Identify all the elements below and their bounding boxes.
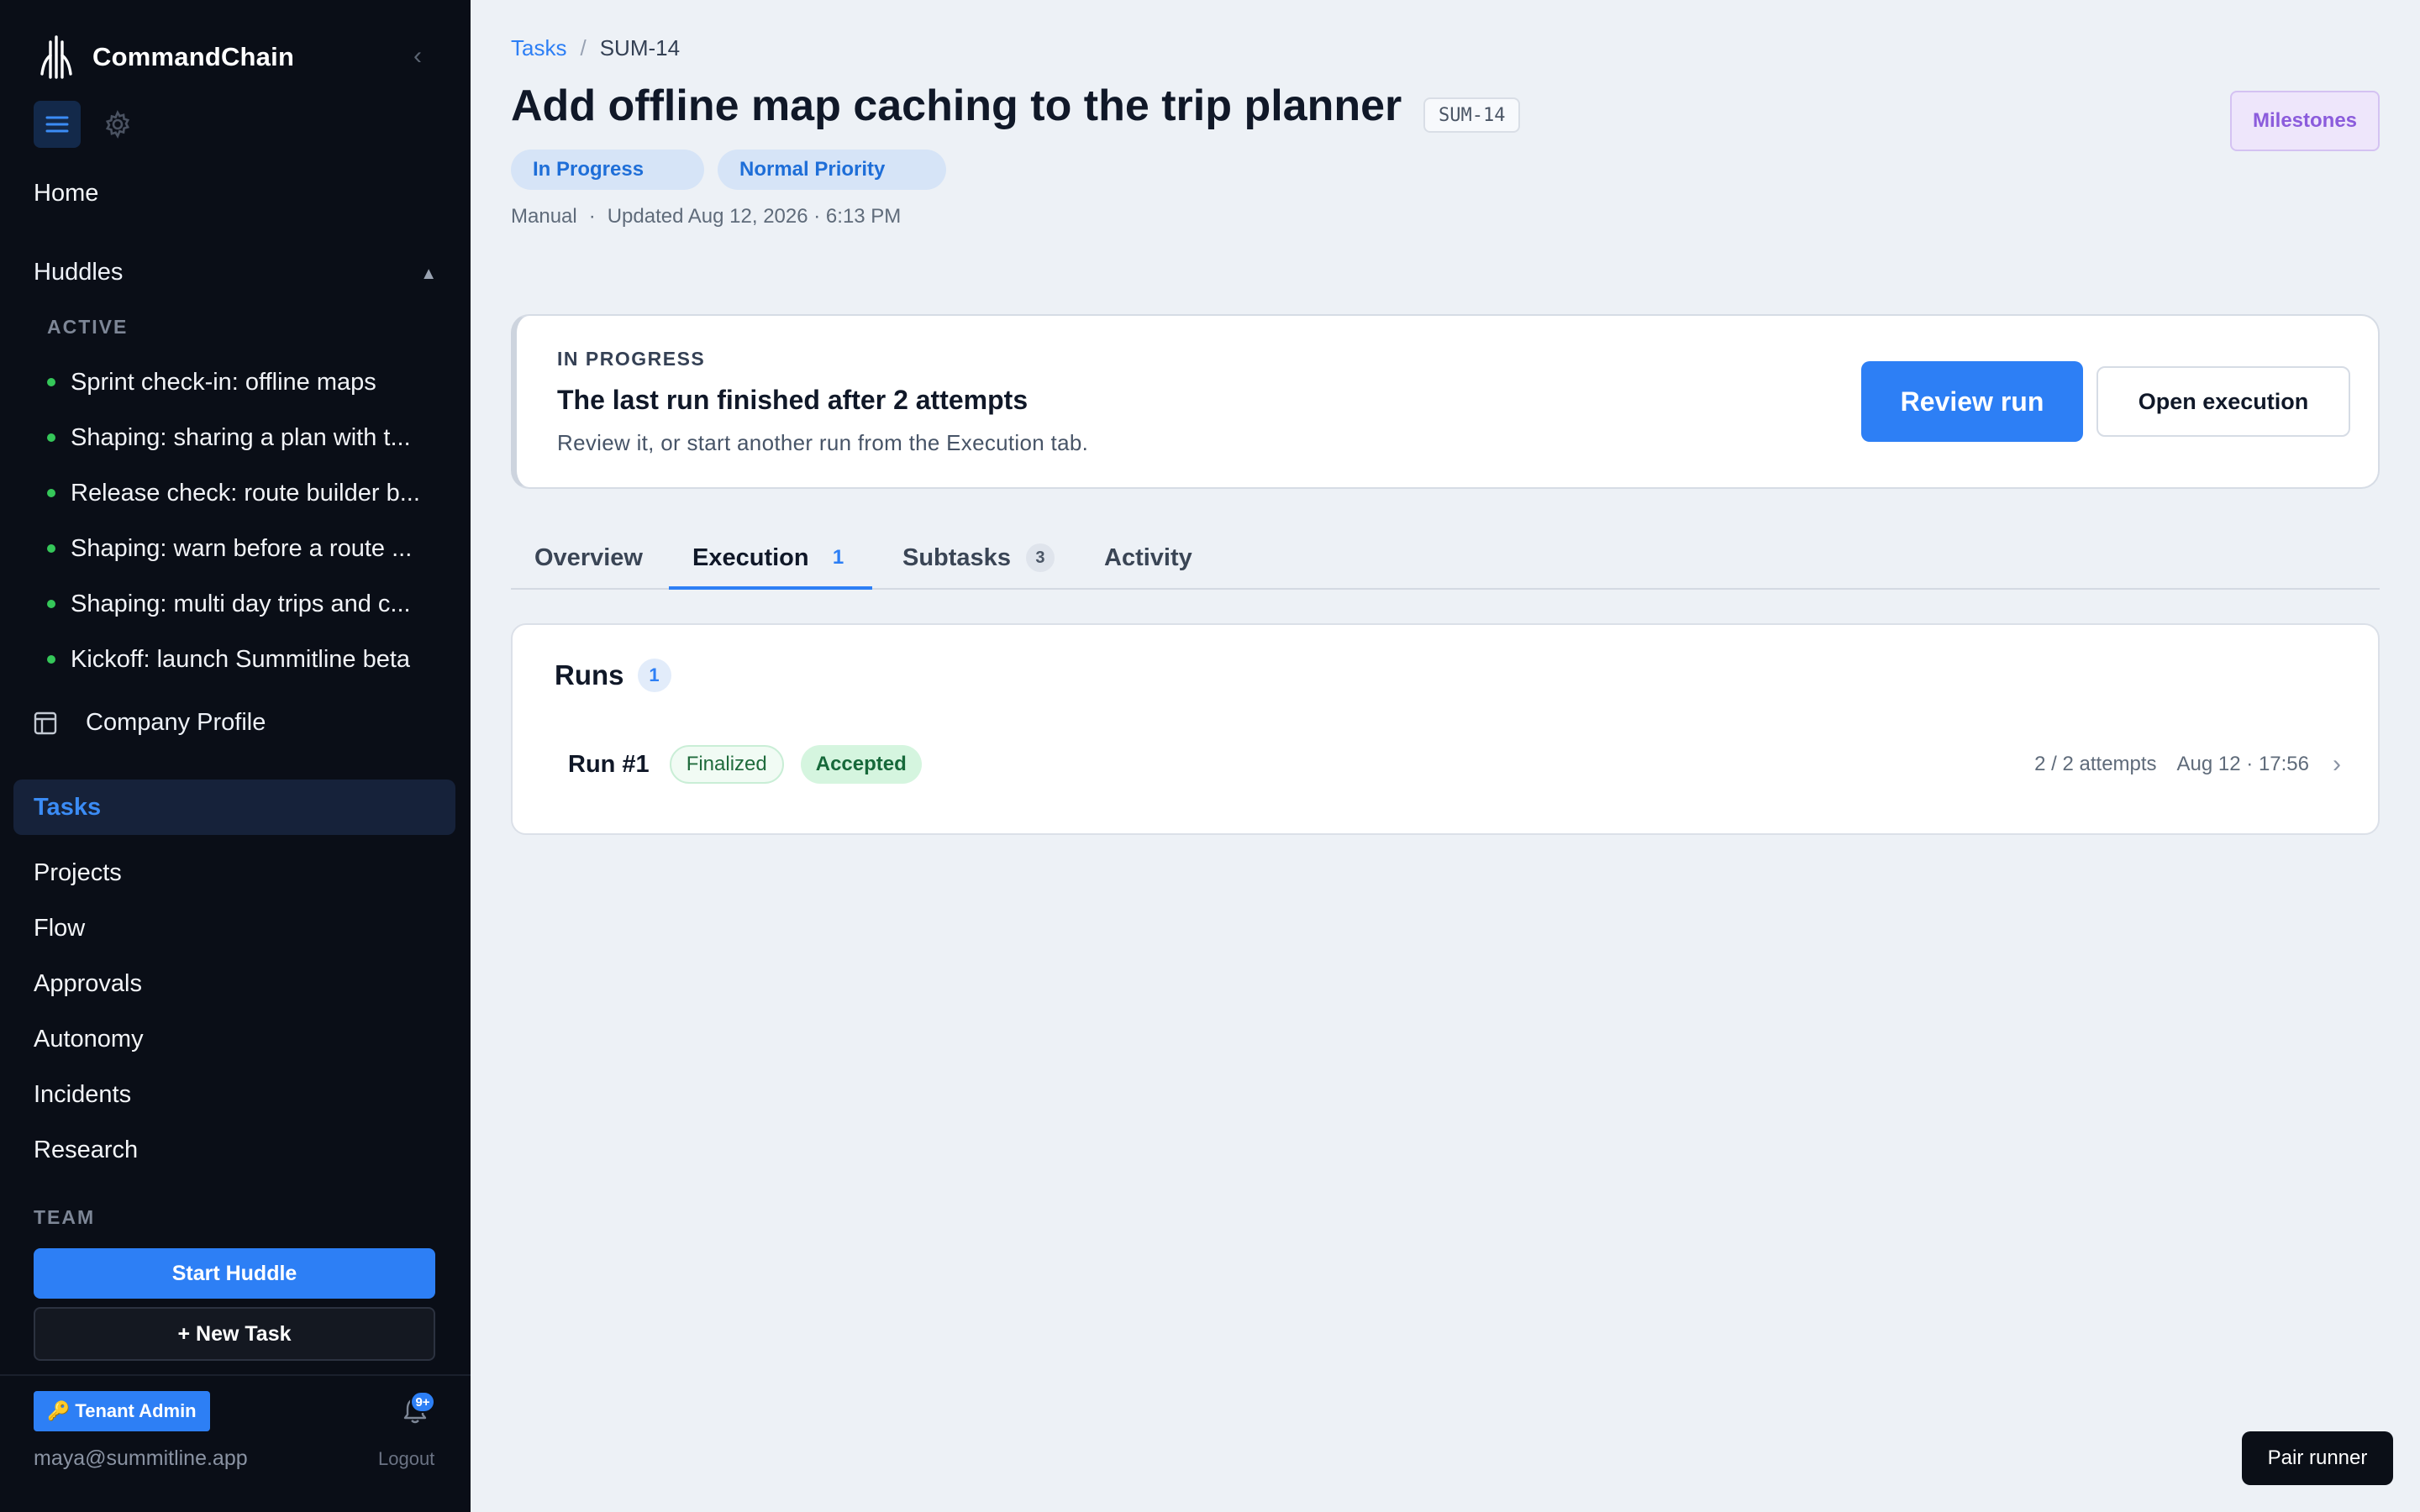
runs-title: Runs: [555, 659, 624, 690]
notification-badge: 9+: [410, 1391, 435, 1413]
run-result-badge: Accepted: [800, 745, 922, 784]
app-logo-icon: [40, 35, 72, 79]
sidebar-item-autonomy[interactable]: Autonomy: [34, 1011, 144, 1067]
task-meta: Manual · Updated Aug 12, 2026 · 6:13 PM: [511, 205, 901, 228]
tab-count: 1: [832, 546, 844, 569]
page-title: Add offline map caching to the trip plan…: [511, 81, 1402, 130]
huddles-label: Huddles: [34, 259, 124, 286]
tab-subtasks[interactable]: Subtasks 3: [902, 526, 1055, 590]
breadcrumb-current: SUM-14: [599, 35, 681, 60]
pair-runner-button[interactable]: Pair runner: [2242, 1431, 2393, 1485]
huddle-label: Release check: route builder b...: [71, 479, 420, 507]
runs-heading: Runs 1: [555, 659, 671, 692]
sidebar-item-tasks[interactable]: Tasks: [13, 780, 455, 835]
status-dot: [47, 600, 55, 608]
breadcrumb-separator: /: [580, 35, 587, 60]
sidebar-item-company-profile[interactable]: Company Profile: [34, 709, 266, 737]
run-time: Aug 12 · 17:56: [2176, 753, 2309, 775]
run-name: Run #1: [568, 750, 650, 778]
user-email: maya@summitline.app: [34, 1446, 248, 1470]
tab-label: Overview: [534, 543, 643, 571]
status-dot: [47, 544, 55, 553]
task-tabs: Overview Execution 1 Subtasks 3 Activity: [511, 526, 2380, 590]
banner-eyebrow: IN PROGRESS: [557, 348, 706, 370]
meta-separator: ·: [588, 205, 596, 228]
tab-execution[interactable]: Execution 1: [692, 526, 853, 590]
tab-count: 3: [1025, 543, 1055, 572]
review-run-button[interactable]: Review run: [1861, 361, 2083, 442]
new-task-button[interactable]: + New Task: [34, 1307, 435, 1361]
tab-label: Activity: [1104, 543, 1192, 571]
huddle-item[interactable]: Shaping: warn before a route ...: [47, 521, 442, 576]
huddle-item[interactable]: Shaping: sharing a plan with t...: [47, 410, 442, 465]
caret-up-icon[interactable]: ▲: [420, 259, 437, 289]
run-attempts: 2 / 2 attempts: [2034, 753, 2157, 775]
status-badge[interactable]: In Progress: [511, 150, 704, 190]
status-dot: [47, 655, 55, 664]
breadcrumb-tasks-link[interactable]: Tasks: [511, 35, 566, 61]
huddle-label: Shaping: multi day trips and c...: [71, 590, 411, 617]
tenant-admin-label: Tenant Admin: [75, 1400, 197, 1421]
chevron-left-icon[interactable]: ‹: [405, 42, 430, 71]
active-tab-indicator: [669, 586, 872, 590]
huddle-list: Sprint check-in: offline maps Shaping: s…: [47, 354, 442, 687]
runs-card: Runs 1 Run #1 Finalized Accepted 2 / 2 a…: [511, 623, 2380, 835]
run-state-badge: Finalized: [669, 745, 784, 784]
banner-title: The last run finished after 2 attempts: [557, 385, 1028, 415]
tab-label: Subtasks: [902, 543, 1011, 571]
sidebar-item-flow[interactable]: Flow: [34, 900, 144, 956]
huddle-label: Shaping: sharing a plan with t...: [71, 423, 411, 451]
sidebar-item-research[interactable]: Research: [34, 1122, 144, 1178]
huddle-item[interactable]: Release check: route builder b...: [47, 465, 442, 521]
huddle-label: Kickoff: launch Summitline beta: [71, 645, 411, 673]
milestones-button[interactable]: Milestones: [2230, 91, 2380, 151]
huddle-label: Sprint check-in: offline maps: [71, 368, 376, 396]
runs-count-badge: 1: [637, 659, 671, 692]
section-label-team: TEAM: [34, 1206, 96, 1228]
status-dot: [47, 489, 55, 497]
sidebar-item-huddles[interactable]: Huddles ▲: [34, 259, 437, 289]
sidebar-item-approvals[interactable]: Approvals: [34, 956, 144, 1011]
huddle-item[interactable]: Kickoff: launch Summitline beta: [47, 632, 442, 687]
priority-badge[interactable]: Normal Priority: [718, 150, 946, 190]
logout-link[interactable]: Logout: [378, 1448, 434, 1470]
status-banner: IN PROGRESS The last run finished after …: [511, 314, 2380, 489]
sidebar-item-home[interactable]: Home: [34, 180, 98, 207]
sidebar-item-incidents[interactable]: Incidents: [34, 1067, 144, 1122]
breadcrumb: Tasks / SUM-14: [511, 35, 680, 61]
tab-activity[interactable]: Activity: [1104, 526, 1192, 590]
tab-label: Execution: [692, 543, 809, 571]
status-dot: [47, 433, 55, 442]
key-icon: 🔑: [47, 1400, 71, 1421]
banner-subtitle: Review it, or start another run from the…: [557, 430, 1089, 455]
huddle-label: Shaping: warn before a route ...: [71, 534, 413, 562]
huddle-item[interactable]: Shaping: multi day trips and c...: [47, 576, 442, 632]
run-details: 2 / 2 attempts Aug 12 · 17:56 ›: [2034, 750, 2341, 779]
task-source: Manual: [511, 205, 577, 228]
brand[interactable]: CommandChain: [37, 32, 294, 82]
sidebar-toolbar: [34, 101, 141, 148]
chevron-right-icon[interactable]: ›: [2333, 750, 2341, 779]
sidebar-item-projects[interactable]: Projects: [34, 845, 144, 900]
start-huddle-button[interactable]: Start Huddle: [34, 1248, 435, 1299]
company-profile-label: Company Profile: [86, 709, 266, 736]
layout-icon: [34, 711, 57, 734]
sidebar-divider: [0, 1374, 471, 1376]
sidebar-nav: Projects Flow Approvals Autonomy Inciden…: [34, 845, 144, 1178]
menu-icon[interactable]: [34, 101, 81, 148]
task-updated: Updated Aug 12, 2026 · 6:13 PM: [607, 205, 902, 228]
tab-overview[interactable]: Overview: [534, 526, 643, 590]
section-label-active: ACTIVE: [47, 316, 129, 338]
task-id-chip[interactable]: SUM-14: [1423, 97, 1521, 133]
run-row[interactable]: Run #1 Finalized Accepted 2 / 2 attempts…: [568, 739, 2341, 790]
tenant-admin-badge[interactable]: 🔑 Tenant Admin: [34, 1391, 210, 1431]
huddle-item[interactable]: Sprint check-in: offline maps: [47, 354, 442, 410]
app-name: CommandChain: [92, 42, 295, 71]
status-dot: [47, 378, 55, 386]
gear-icon[interactable]: [94, 101, 141, 148]
sidebar: CommandChain ‹ Home Huddles ▲ ACTIVE Spr…: [0, 0, 471, 1512]
open-execution-button[interactable]: Open execution: [2096, 366, 2350, 437]
